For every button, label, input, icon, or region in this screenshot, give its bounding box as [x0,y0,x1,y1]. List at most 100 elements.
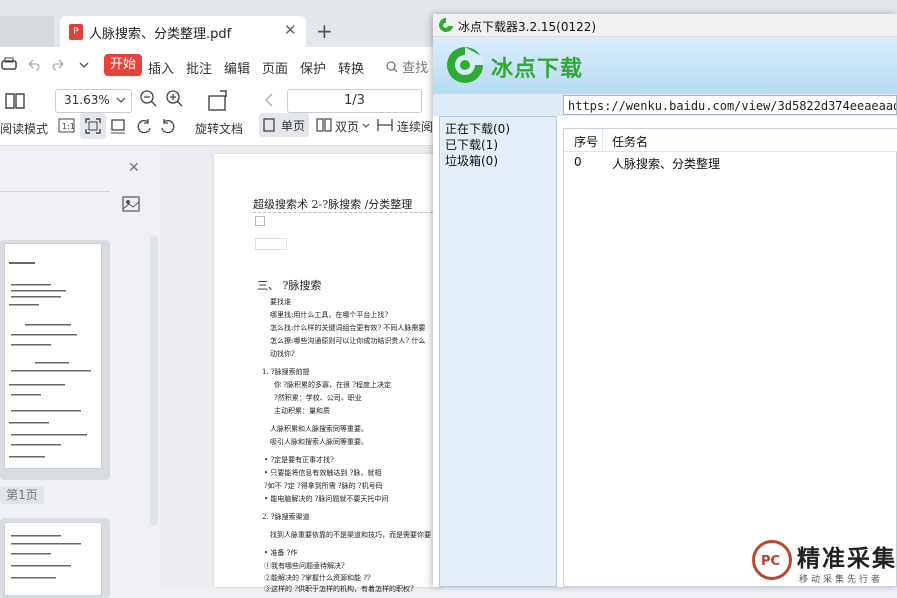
chevron-down-icon [116,97,126,103]
fit-width-icon[interactable] [110,118,126,134]
menu-page[interactable]: 页面 [262,58,288,77]
single-page-icon [263,118,275,132]
category-downloaded[interactable]: 已下载(1) [445,136,498,153]
doc-header: 超级搜索术 2-?脉搜索 /分类整理 [253,198,413,211]
single-page-button[interactable]: 单页 [259,113,309,137]
placeholder-box [255,216,265,226]
task-list-header: 序号 任务名 [564,129,897,152]
read-mode-label[interactable]: 阅读模式 [0,120,48,137]
doc-line: 1. ?脉搜索前提 [262,368,310,376]
double-page-label[interactable]: 双页 [335,118,359,135]
menu-convert[interactable]: 转换 [338,58,364,77]
task-index: 0 [574,155,582,169]
print-icon[interactable] [0,57,18,73]
undo-icon[interactable] [26,58,40,72]
thumbnail-page-label: 第1页 [0,486,44,504]
page-number-field[interactable]: 1/3 [287,89,422,113]
search-tool[interactable]: 查找 [386,57,428,76]
doc-line: 哪里找:用什么工具，在哪个平台上找? [270,311,389,319]
menu-edit[interactable]: 编辑 [224,58,250,77]
app-logo-icon [439,18,453,32]
url-bar: https://wenku.baidu.com/view/3d5822d374e… [433,94,897,116]
double-page-icon[interactable] [316,118,332,132]
doc-line: 要找谁 [270,298,291,306]
zoom-select[interactable]: 31.63% [55,89,132,113]
menu-protect[interactable]: 保护 [300,58,326,77]
zoom-value: 31.63% [64,93,110,107]
search-icon [386,61,398,73]
close-icon[interactable]: ✕ [284,21,297,39]
thumbnail-page-2[interactable] [0,518,110,598]
doc-line: 怎么找:什么样的关键词组合更有效? 不同人脉需要 [270,324,426,332]
watermark-logo: PC [752,540,792,580]
prev-page-icon[interactable] [264,93,274,107]
doc-line: 主动积累：量和质 [274,407,330,415]
menu-start[interactable]: 开始 [104,54,142,76]
doc-line: • 只要能将信息有效触达到 ?脉，就相 [264,469,382,477]
zoom-out-icon[interactable] [140,90,158,108]
document-page: 超级搜索术 2-?脉搜索 /分类整理 三、 ?脉搜索 要找谁 哪里找:用什么工具… [214,154,453,593]
doc-line: ?然积累：学校、公司、职业 [274,394,362,402]
doc-line: • 准备 ?作 [264,549,298,557]
thumbnail-content [11,535,81,579]
column-header-index[interactable]: 序号 [574,133,598,150]
continuous-read-icon[interactable] [377,118,393,132]
divider [0,191,110,192]
doc-line: 吸引人脉和搜索人脉同等重要。 [270,438,368,446]
doc-section-title: 三、 ?脉搜索 [257,279,322,292]
doc-line: 怎么撩:哪些沟通原则可以让你成功结识贵人? 什么 [270,337,426,345]
thumbnail-page-1[interactable] [0,240,110,480]
placeholder-box [255,238,287,250]
chevron-down-icon[interactable] [362,123,370,129]
image-icon[interactable] [122,196,140,212]
url-input[interactable]: https://wenku.baidu.com/view/3d5822d374e… [563,95,897,115]
svg-text:PC: PC [761,554,780,569]
rotate-left-icon[interactable] [136,118,152,134]
doc-line: • 能电脑解决的 ?脉问题就不要天托中间 [264,495,389,503]
menu-annotate[interactable]: 批注 [186,58,212,77]
thumbnail-panel: ✕ 第1页 [0,146,160,598]
downloader-window: 冰点下载器3.2.15(0122) 冰点下载 https://wenku.bai… [433,14,897,587]
read-mode-icon[interactable] [4,91,28,111]
actual-size-icon[interactable]: 1:1 [58,118,76,134]
doc-line: 你 ?脉积累的多寡，在很 ?程度上决定 [274,381,391,389]
downloader-banner: 冰点下载 [433,37,897,94]
column-header-task-name[interactable]: 任务名 [612,133,648,150]
task-name: 人脉搜索、分类整理 [612,157,721,171]
downloader-titlebar[interactable]: 冰点下载器3.2.15(0122) [433,14,897,37]
menu-insert[interactable]: 插入 [148,58,174,77]
thumbnail-page-image [4,522,102,596]
doc-line: ?如不 ?定 ?得拿到所需 ?脉的 ?机号码 [264,482,383,490]
fit-page-button[interactable] [80,113,106,139]
rotate-document-label[interactable]: 旋转文档 [195,120,243,137]
continuous-read-label[interactable]: 连续阅 [397,118,433,135]
chevron-down-icon[interactable] [78,60,90,70]
doc-line: 找到人脉重要依靠的不是渠道和技巧，而是需要你要 [270,531,431,539]
rotate-right-icon[interactable] [160,118,176,134]
rotate-document-icon[interactable] [206,89,232,113]
zoom-in-icon[interactable] [166,90,184,108]
thumbnail-scrollbar[interactable] [150,236,158,526]
brand-logo-icon [447,47,483,83]
category-downloading[interactable]: 正在下载(0) [445,120,510,137]
add-tab-button[interactable]: + [316,19,333,43]
redo-icon[interactable] [52,58,66,72]
category-sidebar: 正在下载(0) 已下载(1) 垃圾箱(0) [439,116,557,587]
doc-line: 人脉积累和人脉搜索同等重要。 [270,425,368,433]
table-row[interactable]: 0 人脉搜索、分类整理 [564,153,897,171]
fit-page-icon [85,118,101,134]
tab-previous[interactable] [0,16,54,47]
doc-line: 2. ?脉搜索渠道 [262,513,310,521]
thumbnail-page-image [4,243,102,469]
pdf-file-icon: P [69,24,83,40]
doc-line: ③这样的 ?供职于怎样的机构，有着怎样的职权? [264,585,414,593]
watermark-subtext: 移动采集先行者 [799,575,884,585]
doc-line: • ?定是要有正事才找? [264,456,334,464]
close-icon[interactable]: ✕ [128,160,140,176]
svg-text:1:1: 1:1 [62,122,75,131]
category-trash[interactable]: 垃圾箱(0) [445,152,498,169]
doc-line: ①我有哪些问题亟待解决? [264,562,345,570]
tab-active-document[interactable]: P 人脉搜索、分类整理.pdf ✕ [60,16,306,47]
task-list: 序号 任务名 0 人脉搜索、分类整理 [563,128,897,587]
watermark-text: 精准采集 [797,546,897,572]
